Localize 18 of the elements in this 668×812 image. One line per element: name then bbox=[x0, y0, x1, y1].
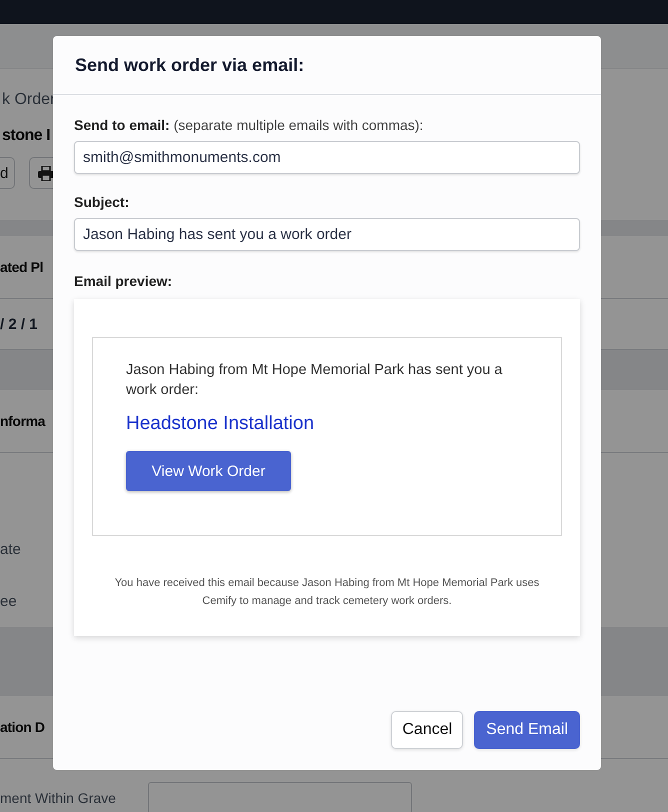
field-label: ate bbox=[0, 540, 21, 558]
dialog-title: Send work order via email: bbox=[75, 54, 304, 76]
input-field[interactable]: smith@smithmonuments.com bbox=[74, 141, 580, 174]
field-label: ment Within Grave bbox=[0, 790, 117, 806]
page-title: stone I bbox=[1, 127, 50, 145]
field-value: / 2 / 1 bbox=[0, 316, 38, 332]
cancel-button[interactable]: Cancel bbox=[391, 711, 464, 749]
breadcrumb-link[interactable]: k Order bbox=[0, 91, 56, 109]
field-label: Subject: bbox=[74, 194, 130, 210]
input-field[interactable]: Jason Habing has sent you a work order bbox=[74, 218, 580, 251]
footer-text: You have received this email because Jason Habing from Mt Hope Memorial Park uses Cemify to manage and track cemetery work orders. bbox=[114, 576, 540, 609]
field-label: Email preview: bbox=[74, 273, 172, 289]
send-email-button[interactable]: Send Email bbox=[474, 711, 580, 749]
field-label: ee bbox=[0, 592, 17, 610]
toolbar-button[interactable]: d bbox=[0, 157, 16, 189]
work-order-link[interactable]: Headstone Installation bbox=[126, 413, 314, 435]
view-work-order-button[interactable]: View Work Order bbox=[126, 451, 291, 491]
field-label: Send to email: (separate multiple emails with commas): bbox=[74, 117, 424, 133]
